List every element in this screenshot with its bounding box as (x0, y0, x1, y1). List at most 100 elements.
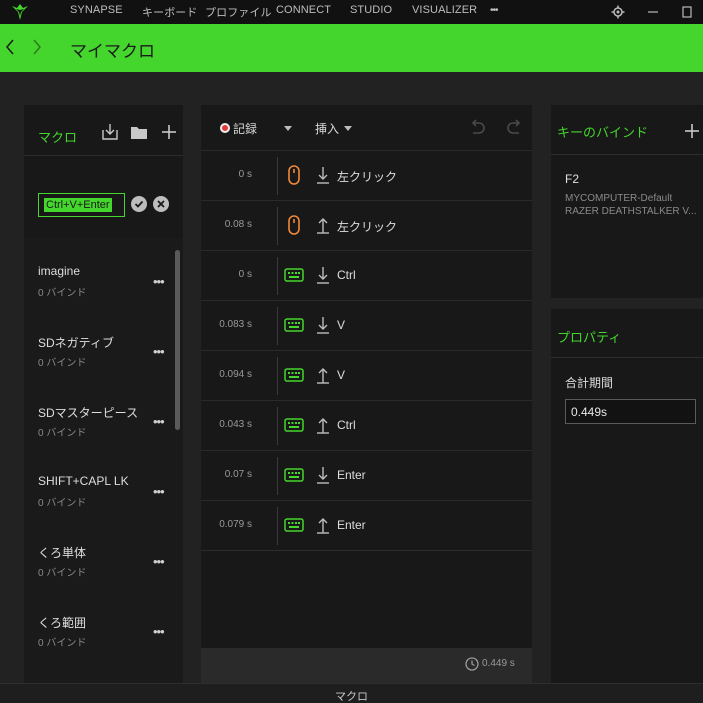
properties-divider (551, 357, 703, 358)
macro-item-menu-button[interactable]: ••• (153, 484, 165, 499)
event-label: Ctrl (337, 418, 356, 432)
event-delay[interactable]: 0.043 s (219, 419, 252, 430)
list-item[interactable]: SDマスターピース 0 バインド ••• (24, 378, 174, 448)
macro-event-row[interactable]: 0.043 s Ctrl (201, 400, 532, 450)
macro-editor-panel: 記録 挿入 0 s 左クリック 0.08 s 左クリック 0 s Ctrl 0.083 s V… (201, 105, 532, 683)
confirm-button[interactable] (131, 196, 147, 212)
macro-item-menu-button[interactable]: ••• (153, 554, 165, 569)
insert-button[interactable]: 挿入 (315, 120, 339, 137)
event-separator (277, 357, 278, 395)
record-icon[interactable] (220, 123, 230, 133)
undo-icon[interactable] (467, 117, 487, 137)
macro-list-scrollbar[interactable] (175, 250, 180, 430)
macro-item-menu-button[interactable]: ••• (153, 274, 165, 289)
event-delay[interactable]: 0 s (239, 269, 252, 280)
keyboard-icon (283, 514, 305, 536)
key-up-arrow-icon (317, 216, 329, 234)
add-macro-icon[interactable] (160, 123, 178, 141)
import-icon[interactable] (101, 123, 119, 141)
mouse-icon (283, 164, 305, 186)
nav-studio[interactable]: STUDIO (350, 4, 392, 16)
forward-chevron-icon[interactable] (30, 37, 44, 57)
add-binding-icon[interactable] (684, 123, 700, 139)
minimize-icon[interactable] (643, 2, 663, 22)
clock-icon (465, 657, 479, 671)
check-icon (134, 200, 144, 208)
macro-event-row[interactable]: 0.094 s V (201, 350, 532, 400)
nav-more-button[interactable]: ••• (490, 5, 498, 16)
key-up-arrow-icon (317, 366, 329, 384)
folder-icon[interactable] (130, 123, 148, 141)
nav-connect[interactable]: CONNECT (276, 4, 331, 16)
event-label: 左クリック (337, 220, 398, 234)
list-item[interactable]: SHIFT+CAPL LK 0 バインド ••• (24, 448, 174, 518)
keyboard-icon (283, 414, 305, 436)
macro-item-menu-button[interactable]: ••• (153, 344, 165, 359)
record-dropdown-caret-icon[interactable] (284, 126, 292, 131)
event-separator (277, 307, 278, 345)
total-duration-input[interactable]: 0.449s (565, 399, 696, 424)
nav-visualizer[interactable]: VISUALIZER (412, 4, 477, 16)
macro-event-row[interactable]: 0 s 左クリック (201, 150, 532, 200)
macro-item-menu-button[interactable]: ••• (153, 624, 165, 639)
total-duration: 0.449 s (482, 658, 515, 669)
event-delay[interactable]: 0.07 s (225, 469, 252, 480)
macro-item-menu-button[interactable]: ••• (153, 414, 165, 429)
list-item[interactable]: imagine 0 バインド ••• (24, 238, 174, 308)
page-header: マイマクロ (0, 24, 703, 72)
keyboard-icon (283, 314, 305, 336)
event-delay[interactable]: 0 s (239, 169, 252, 180)
maximize-icon[interactable] (677, 2, 697, 22)
key-bind-panel: キーのバインド F2 MYCOMPUTER-Default RAZER DEAT… (551, 105, 703, 298)
key-up-arrow-icon (317, 416, 329, 434)
razer-logo-icon[interactable] (10, 3, 30, 21)
bottom-status-bar: マクロ (0, 683, 703, 703)
bound-key[interactable]: F2 (565, 172, 579, 186)
redo-icon[interactable] (505, 117, 525, 137)
event-separator (277, 457, 278, 495)
back-chevron-icon[interactable] (3, 37, 17, 57)
macro-name-input[interactable]: Ctrl+V+Enter (38, 193, 125, 217)
macro-item-name: imagine (38, 264, 81, 278)
event-list-end-divider (201, 550, 532, 551)
macro-event-row[interactable]: 0.083 s V (201, 300, 532, 350)
list-item[interactable]: くろ単体 0 バインド ••• (24, 518, 174, 588)
list-item[interactable]: SDネガティブ 0 バインド ••• (24, 308, 174, 378)
event-separator (277, 157, 278, 195)
event-delay[interactable]: 0.079 s (219, 519, 252, 530)
event-delay[interactable]: 0.083 s (219, 319, 252, 330)
nav-keyboard[interactable]: キーボード (142, 4, 198, 20)
macro-item-binds: 0 バインド (38, 288, 87, 299)
macro-event-row[interactable]: 0.08 s 左クリック (201, 200, 532, 250)
close-icon (157, 200, 165, 208)
keyboard-icon (283, 364, 305, 386)
macro-event-row[interactable]: 0.079 s Enter (201, 500, 532, 550)
key-down-arrow-icon (317, 466, 329, 484)
event-delay[interactable]: 0.08 s (225, 219, 252, 230)
insert-dropdown-caret-icon[interactable] (344, 126, 352, 131)
mouse-icon (283, 214, 305, 236)
bound-profile: MYCOMPUTER-Default (565, 193, 673, 204)
nav-profiles[interactable]: プロファイル (205, 4, 272, 20)
record-button[interactable]: 記録 (233, 120, 257, 137)
event-label: V (337, 368, 346, 382)
event-separator (277, 257, 278, 295)
event-label: 左クリック (337, 170, 398, 184)
macro-list: imagine 0 バインド ••• SDネガティブ 0 バインド ••• SD… (24, 238, 183, 683)
macro-event-row[interactable]: 0.07 s Enter (201, 450, 532, 500)
macro-item-name: SDマスターピース (38, 406, 139, 420)
event-label: Enter (337, 468, 366, 482)
bottom-section-label: マクロ (335, 691, 368, 703)
keyboard-icon (283, 464, 305, 486)
macro-event-row[interactable]: 0 s Ctrl (201, 250, 532, 300)
list-item[interactable]: くろ範囲 0 バインド ••• (24, 588, 174, 658)
macro-panel-divider (24, 155, 183, 156)
macro-item-binds: 0 バインド (38, 358, 87, 369)
cancel-button[interactable] (153, 196, 169, 212)
macro-name-input-value: Ctrl+V+Enter (44, 198, 112, 212)
settings-gear-icon[interactable] (608, 2, 628, 22)
event-delay[interactable]: 0.094 s (219, 369, 252, 380)
nav-synapse[interactable]: SYNAPSE (70, 4, 123, 16)
key-down-arrow-icon (317, 266, 329, 284)
event-separator (277, 507, 278, 545)
